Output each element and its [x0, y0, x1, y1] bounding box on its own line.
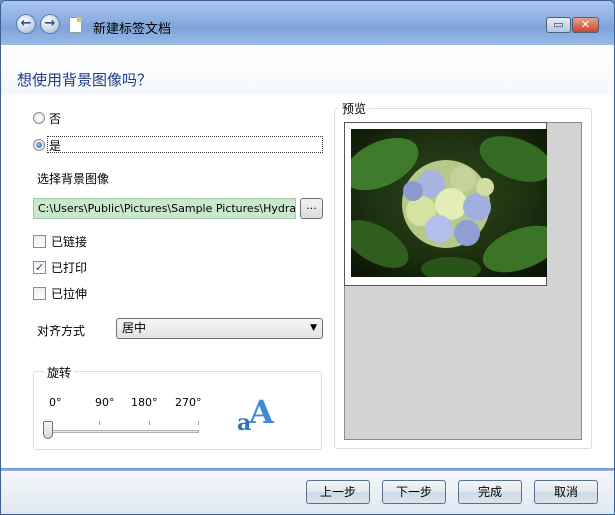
title-bar: ← → 新建标签文档 ▭ ✕ [1, 1, 614, 45]
close-button[interactable]: ✕ [572, 17, 599, 33]
linked-checkbox[interactable] [33, 234, 46, 248]
page-title: 想使用背景图像吗？ [17, 71, 153, 89]
forward-arrow-icon[interactable]: → [40, 14, 60, 34]
tick-label-270: 270° [175, 396, 202, 409]
document-icon [69, 17, 82, 33]
window-title: 新建标签文档 [93, 22, 172, 37]
checkbox-row-stretched[interactable]: 已拉伸 [33, 285, 87, 301]
restore-button[interactable]: ▭ [546, 17, 571, 33]
cancel-button[interactable]: 取消 [534, 480, 598, 504]
checkbox-row-linked[interactable]: 已链接 [33, 233, 87, 249]
alignment-select[interactable]: 居中 ▼ [116, 318, 323, 339]
tick-label-180: 180° [131, 396, 158, 409]
slider-tick [99, 421, 100, 425]
chevron-down-icon: ▼ [310, 323, 317, 333]
slider-tick [198, 421, 199, 425]
back-button[interactable]: 上一步 [306, 480, 370, 504]
alignment-value: 居中 [122, 321, 147, 335]
radio-yes[interactable]: 是 [33, 137, 61, 153]
preview-legend: 预览 [339, 100, 370, 117]
stretched-checkbox[interactable] [33, 286, 46, 300]
next-button[interactable]: 下一步 [382, 480, 446, 504]
linked-label: 已链接 [51, 234, 88, 249]
focus-rectangle [47, 136, 323, 153]
select-background-label: 选择背景图像 [37, 172, 110, 186]
rotation-slider-thumb[interactable] [43, 421, 53, 439]
back-arrow-icon[interactable]: ← [16, 14, 36, 34]
browse-button[interactable]: ... [300, 198, 323, 219]
radio-yes-label: 是 [49, 138, 62, 153]
rotation-legend: 旋转 [44, 364, 75, 381]
rotate-icon-large-letter: A [248, 393, 275, 431]
alignment-label: 对齐方式 [37, 324, 86, 338]
printed-label: 已打印 [51, 260, 88, 275]
radio-no[interactable]: 否 [33, 110, 61, 126]
radio-no-label: 否 [49, 111, 62, 126]
hydrangea-image [351, 129, 547, 277]
radio-yes-circle[interactable] [33, 139, 45, 151]
tick-label-0: 0° [49, 396, 62, 409]
radio-no-circle[interactable] [33, 112, 45, 124]
slider-tick [149, 421, 150, 425]
finish-button[interactable]: 完成 [458, 480, 522, 504]
tick-label-90: 90° [95, 396, 115, 409]
background-path-field[interactable]: C:\Users\Public\Pictures\Sample Pictures… [33, 198, 296, 219]
text-rotate-icon: a A [237, 393, 275, 433]
checkbox-row-printed[interactable]: ✓ 已打印 [33, 259, 87, 275]
printed-checkbox[interactable]: ✓ [33, 260, 46, 274]
stretched-label: 已拉伸 [51, 286, 88, 301]
wizard-window: ← → 新建标签文档 ▭ ✕ 想使用背景图像吗？ 否 是 选择背景图像 C:\U… [0, 0, 615, 515]
rotation-slider-track[interactable] [47, 430, 199, 433]
